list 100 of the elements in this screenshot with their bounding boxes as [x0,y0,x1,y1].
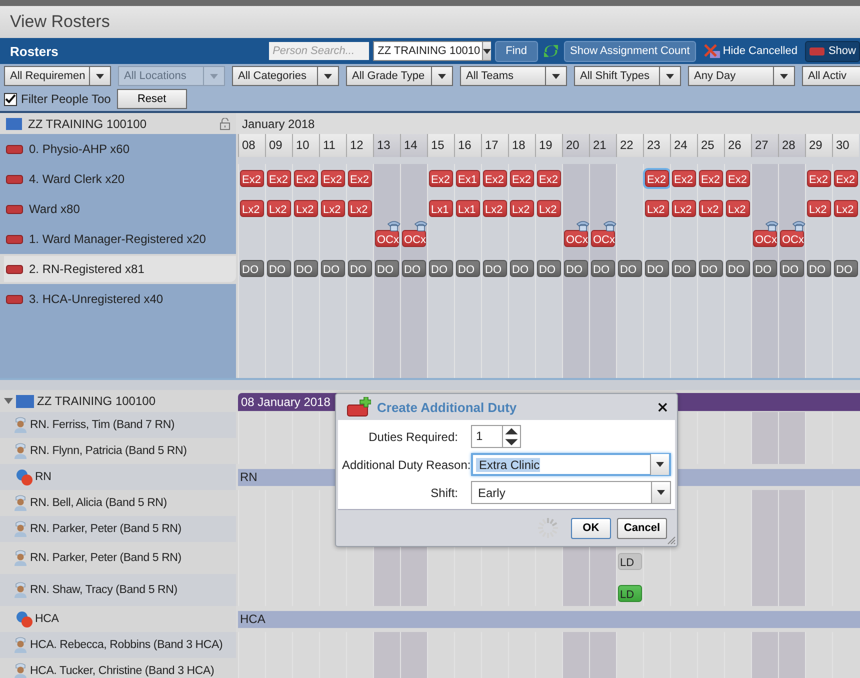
shift-chip[interactable]: Lx2 [348,200,372,217]
filter-dropdown[interactable]: All Activ [802,66,860,86]
day-off-chip[interactable]: DO [429,260,453,277]
shift-chip[interactable]: LD [618,585,642,602]
down-arrow-icon[interactable] [503,436,520,447]
shift-chip[interactable]: Ex2 [294,170,318,187]
shift-chip[interactable]: Ex2 [726,170,750,187]
on-call-chip[interactable]: OCx [780,230,804,247]
day-off-chip[interactable]: DO [834,260,858,277]
on-call-chip[interactable]: OCx [402,230,426,247]
shift-chip[interactable]: LD [618,553,642,570]
filter-dropdown[interactable]: All Teams [460,66,567,86]
day-off-chip[interactable]: DO [240,260,264,277]
shift-chip[interactable]: Lx2 [483,200,507,217]
refresh-icon[interactable] [542,43,560,59]
shift-chip[interactable]: Lx2 [510,200,534,217]
day-off-chip[interactable]: DO [348,260,372,277]
shift-chip[interactable]: Ex2 [807,170,831,187]
requirement-item[interactable]: Ward x80 [0,194,236,224]
day-off-chip[interactable]: DO [807,260,831,277]
day-off-chip[interactable]: DO [726,260,750,277]
shift-chip[interactable]: Ex2 [321,170,345,187]
shift-chip[interactable]: Ex2 [348,170,372,187]
shift-chip[interactable]: Lx2 [321,200,345,217]
shift-chip[interactable]: Ex2 [645,170,669,187]
shift-chip[interactable]: Lx2 [240,200,264,217]
person-row[interactable]: RN. Shaw, Tracy (Band 5 RN) [0,574,236,606]
person-name: RN. Parker, Peter (Band 5 RN) [30,552,182,564]
person-row[interactable]: RN. Ferriss, Tim (Band 7 RN) [0,412,236,438]
requirement-item[interactable]: 1. Ward Manager-Registered x20 [0,224,236,254]
assignment-count-button[interactable]: Show Assignment Count [564,40,696,62]
shift-chip[interactable]: Lx1 [429,200,453,217]
filter-dropdown[interactable]: Any Day [688,66,795,86]
shift-chip[interactable]: Ex2 [699,170,723,187]
shift-chip[interactable]: Ex2 [672,170,696,187]
day-off-chip[interactable]: DO [456,260,480,277]
requirement-item[interactable]: 0. Physio-AHP x60 [0,134,236,164]
filter-dropdown[interactable]: All Grade Type [346,66,453,86]
combo-field[interactable]: Extra Clinic [471,453,671,476]
day-off-chip[interactable]: DO [375,260,399,277]
shift-chip[interactable]: Lx2 [726,200,750,217]
combo-field[interactable]: Early [471,481,671,504]
filter-dropdown[interactable]: All Shift Types [574,66,681,86]
find-button[interactable]: Find [494,40,538,62]
shift-chip[interactable]: Lx2 [294,200,318,217]
shift-chip[interactable]: Lx2 [537,200,561,217]
day-off-chip[interactable]: DO [294,260,318,277]
day-off-chip[interactable]: DO [618,260,642,277]
resize-grip-icon[interactable] [666,535,676,545]
shift-chip[interactable]: Ex2 [240,170,264,187]
on-call-chip[interactable]: OCx [591,230,615,247]
day-off-chip[interactable]: DO [591,260,615,277]
shift-chip[interactable]: Lx2 [267,200,291,217]
day-off-chip[interactable]: DO [645,260,669,277]
shift-chip[interactable]: Ex2 [483,170,507,187]
shift-chip[interactable]: Lx1 [456,200,480,217]
on-call-chip[interactable]: OCx [375,230,399,247]
person-row[interactable]: RN. Parker, Peter (Band 5 RN) [0,516,236,542]
shift-chip[interactable]: Ex2 [510,170,534,187]
spinner-field[interactable]: 1 [471,425,521,448]
day-off-chip[interactable]: DO [483,260,507,277]
shift-chip[interactable]: Ex2 [267,170,291,187]
person-row[interactable]: HCA. Rebecca, Robbins (Band 3 HCA) [0,632,236,658]
shift-chip[interactable]: Lx2 [807,200,831,217]
hide-cancelled-button[interactable]: Hide Cancelled [700,40,802,62]
day-off-chip[interactable]: DO [564,260,588,277]
shift-chip[interactable]: Ex1 [456,170,480,187]
day-off-chip[interactable]: DO [402,260,426,277]
filter-dropdown[interactable]: All Requiremen [4,66,111,86]
dialog-button[interactable]: OK [570,518,611,538]
day-off-chip[interactable]: DO [753,260,777,277]
roster-combo[interactable]: ZZ TRAINING 10010 [372,41,491,61]
up-arrow-icon[interactable] [503,426,520,436]
dialog-button[interactable]: Cancel [616,518,667,538]
day-off-chip[interactable]: DO [510,260,534,277]
day-off-chip[interactable]: DO [699,260,723,277]
requirement-item[interactable]: 4. Ward Clerk x20 [0,164,236,194]
shift-chip[interactable]: Lx2 [645,200,669,217]
shift-chip[interactable]: Ex2 [537,170,561,187]
day-off-chip[interactable]: DO [321,260,345,277]
on-call-chip[interactable]: OCx [753,230,777,247]
shift-chip[interactable]: Lx2 [834,200,858,217]
day-off-chip[interactable]: DO [672,260,696,277]
day-off-chip[interactable]: DO [780,260,804,277]
expand-triangle-icon[interactable] [4,398,13,404]
requirement-item[interactable]: 2. RN-Registered x81 [4,256,236,282]
on-call-chip[interactable]: OCx [564,230,588,247]
checkbox[interactable] [4,92,17,106]
show-button[interactable]: Show [805,40,860,62]
day-off-chip[interactable]: DO [267,260,291,277]
filter-dropdown[interactable]: All Categories [232,66,339,86]
shift-chip[interactable]: Ex2 [429,170,453,187]
day-off-chip[interactable]: DO [537,260,561,277]
requirement-item[interactable]: 3. HCA-Unregistered x40 [0,284,236,314]
shift-chip[interactable]: Lx2 [699,200,723,217]
search-field[interactable]: Person Search... [268,42,369,60]
shift-chip[interactable]: Lx2 [672,200,696,217]
reset-button[interactable]: Reset [116,89,187,109]
field-label: Shift: [430,486,459,500]
shift-chip[interactable]: Ex2 [834,170,858,187]
